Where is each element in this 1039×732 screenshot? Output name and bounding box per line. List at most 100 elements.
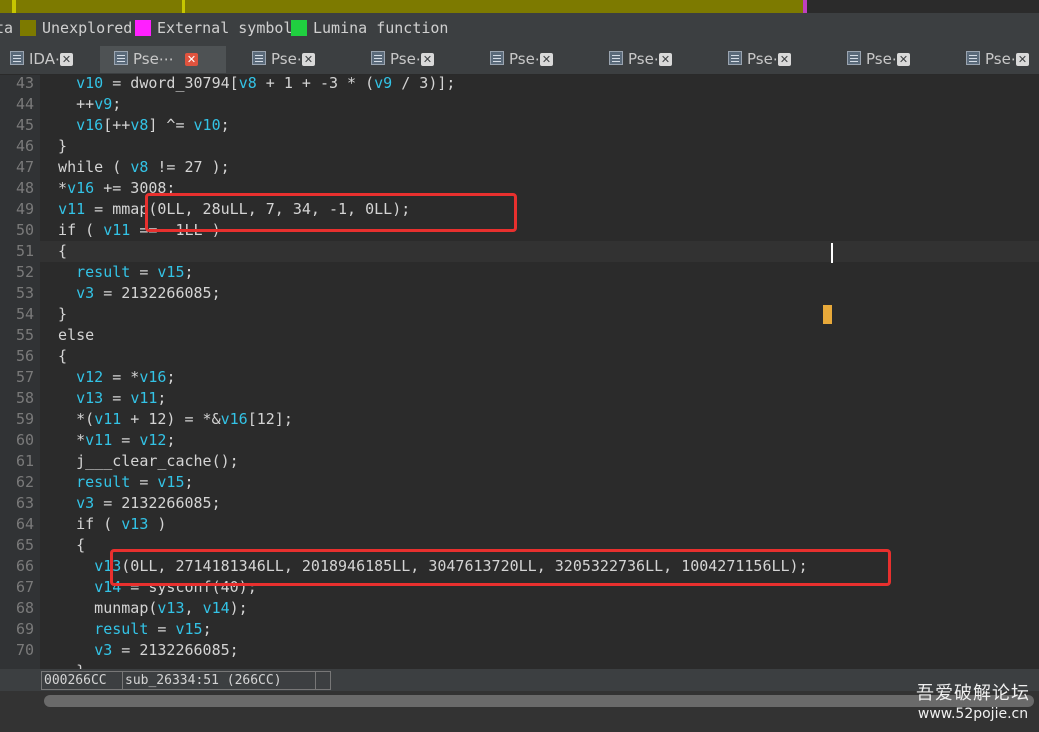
code-line[interactable]: v3 = 2132266085; (40, 493, 1039, 514)
line-number: 52 (15, 263, 34, 281)
variable-token[interactable]: v16 (221, 410, 248, 428)
nav-band-segment (185, 0, 803, 13)
line-number: 55 (15, 326, 34, 344)
code-line[interactable]: result = v15; (40, 262, 1039, 283)
variable-token[interactable]: v13 (157, 599, 184, 617)
close-icon[interactable]: ✕ (778, 53, 791, 66)
variable-token[interactable]: v9 (374, 75, 392, 92)
close-icon[interactable]: ✕ (421, 53, 434, 66)
line-number: 65 (15, 536, 34, 554)
variable-token[interactable]: v3 (94, 641, 112, 659)
close-icon[interactable]: ✕ (540, 53, 553, 66)
variable-token[interactable]: v10 (76, 75, 103, 92)
variable-token[interactable]: v11 (94, 410, 121, 428)
variable-token[interactable]: v11 (103, 221, 130, 239)
variable-token[interactable]: v14 (203, 599, 230, 617)
code-line[interactable]: v3 = 2132266085; (40, 640, 1039, 661)
tab-pseudocode-0[interactable]: IDA⋯ ✕ (0, 46, 96, 73)
close-icon[interactable]: ✕ (1016, 53, 1029, 66)
code-line[interactable]: result = v15; (40, 619, 1039, 640)
tab-pseudocode-6[interactable]: Pse⋯ ✕ (714, 46, 814, 73)
code-line[interactable]: *(v11 + 12) = *&v16[12]; (40, 409, 1039, 430)
variable-token[interactable]: v8 (130, 116, 148, 134)
code-line[interactable]: v13 = v11; (40, 388, 1039, 409)
code-line[interactable]: else (40, 325, 1039, 346)
variable-token[interactable]: v13 (121, 515, 148, 533)
document-icon (252, 51, 266, 65)
variable-token[interactable]: v15 (157, 263, 184, 281)
status-address: 000266CC (41, 671, 123, 690)
code-line[interactable]: result = v15; (40, 472, 1039, 493)
variable-token[interactable]: v11 (85, 431, 112, 449)
nav-band-segment (16, 0, 182, 13)
pseudocode-view[interactable]: 43 44 45 46 47 48 49 50 51 52 53 54 55 56 57 58 59 60 61 62… (0, 75, 1039, 669)
close-icon[interactable]: ✕ (659, 53, 672, 66)
close-icon[interactable]: ✕ (185, 53, 198, 66)
line-number: 56 (15, 347, 34, 365)
variable-token[interactable]: v12 (139, 431, 166, 449)
status-extra (315, 671, 331, 690)
variable-token[interactable]: result (76, 263, 130, 281)
legend-label: Unexplored (42, 19, 133, 37)
variable-token[interactable]: v15 (157, 473, 184, 491)
legend-label: Lumina function (313, 19, 449, 37)
code-line[interactable]: j___clear_cache(); (40, 451, 1039, 472)
code-line[interactable]: v12 = *v16; (40, 367, 1039, 388)
variable-token[interactable]: result (94, 620, 148, 638)
code-line[interactable]: if ( v13 ) (40, 514, 1039, 535)
line-number: 64 (15, 515, 34, 533)
variable-token[interactable]: v3 (76, 284, 94, 302)
document-icon (490, 51, 504, 65)
close-icon[interactable]: ✕ (60, 53, 73, 66)
line-number: 58 (15, 389, 34, 407)
code-line[interactable]: } (40, 304, 1039, 325)
code-line[interactable]: while ( v8 != 27 ); (40, 157, 1039, 178)
close-icon[interactable]: ✕ (302, 53, 315, 66)
variable-token[interactable]: v16 (76, 116, 103, 134)
variable-token[interactable]: v12 (76, 368, 103, 386)
document-icon (114, 51, 128, 65)
line-number: 59 (15, 410, 34, 428)
variable-token[interactable]: v8 (239, 75, 257, 92)
tab-bar: IDA⋯ ✕ Pse⋯ ✕ Pse⋯ ✕ Pse⋯ ✕ Pse⋯ ✕ Pse⋯ ✕ Pse⋯ ✕ Pse⋯ ✕… (0, 44, 1039, 75)
legend-item: Unexplored (20, 13, 132, 44)
variable-token[interactable]: result (76, 473, 130, 491)
close-icon[interactable]: ✕ (897, 53, 910, 66)
legend-item: ta (0, 13, 13, 44)
tab-pseudocode-2[interactable]: Pse⋯ ✕ (238, 46, 338, 73)
variable-token[interactable]: v10 (194, 116, 221, 134)
code-line[interactable]: v10 = dword_30794[v8 + 1 + -3 * (v9 / 3)… (40, 75, 1039, 94)
horizontal-scrollbar[interactable] (0, 691, 1039, 732)
tab-pseudocode-7[interactable]: Pse⋯ ✕ (833, 46, 933, 73)
scrollbar-thumb[interactable] (44, 695, 1034, 707)
variable-token[interactable]: v8 (130, 158, 148, 176)
variable-token[interactable]: v11 (58, 200, 85, 218)
line-number: 48 (15, 179, 34, 197)
code-line[interactable]: } (40, 136, 1039, 157)
code-line[interactable]: ++v9; (40, 94, 1039, 115)
variable-token[interactable]: v13 (76, 389, 103, 407)
code-line[interactable]: munmap(v13, v14); (40, 598, 1039, 619)
document-icon (609, 51, 623, 65)
tab-pseudocode-4[interactable]: Pse⋯ ✕ (476, 46, 576, 73)
watermark-url: www.52pojie.cn (917, 706, 1029, 722)
tab-pseudocode-1[interactable]: Pse⋯ ✕ (100, 46, 226, 73)
code-line[interactable]: } (40, 661, 1039, 669)
code-line[interactable]: { (40, 241, 1039, 262)
code-line[interactable]: *v11 = v12; (40, 430, 1039, 451)
variable-token[interactable]: v3 (76, 494, 94, 512)
variable-token[interactable]: v15 (175, 620, 202, 638)
watermark-title: 吾爱破解论坛 (916, 683, 1030, 704)
code-line[interactable]: v3 = 2132266085; (40, 283, 1039, 304)
tab-pseudocode-3[interactable]: Pse⋯ ✕ (357, 46, 457, 73)
variable-token[interactable]: v16 (139, 368, 166, 386)
variable-token[interactable]: v9 (94, 95, 112, 113)
tab-pseudocode-5[interactable]: Pse⋯ ✕ (595, 46, 695, 73)
tab-pseudocode-8[interactable]: Pse⋯ ✕ (952, 46, 1039, 73)
variable-token[interactable]: v11 (130, 389, 157, 407)
status-bar: 000266CC sub_26334:51 (266CC) (0, 669, 1039, 691)
code-line[interactable]: v16[++v8] ^= v10; (40, 115, 1039, 136)
code-line[interactable]: { (40, 346, 1039, 367)
variable-token[interactable]: v16 (67, 179, 94, 197)
navigation-band[interactable] (0, 0, 1039, 13)
